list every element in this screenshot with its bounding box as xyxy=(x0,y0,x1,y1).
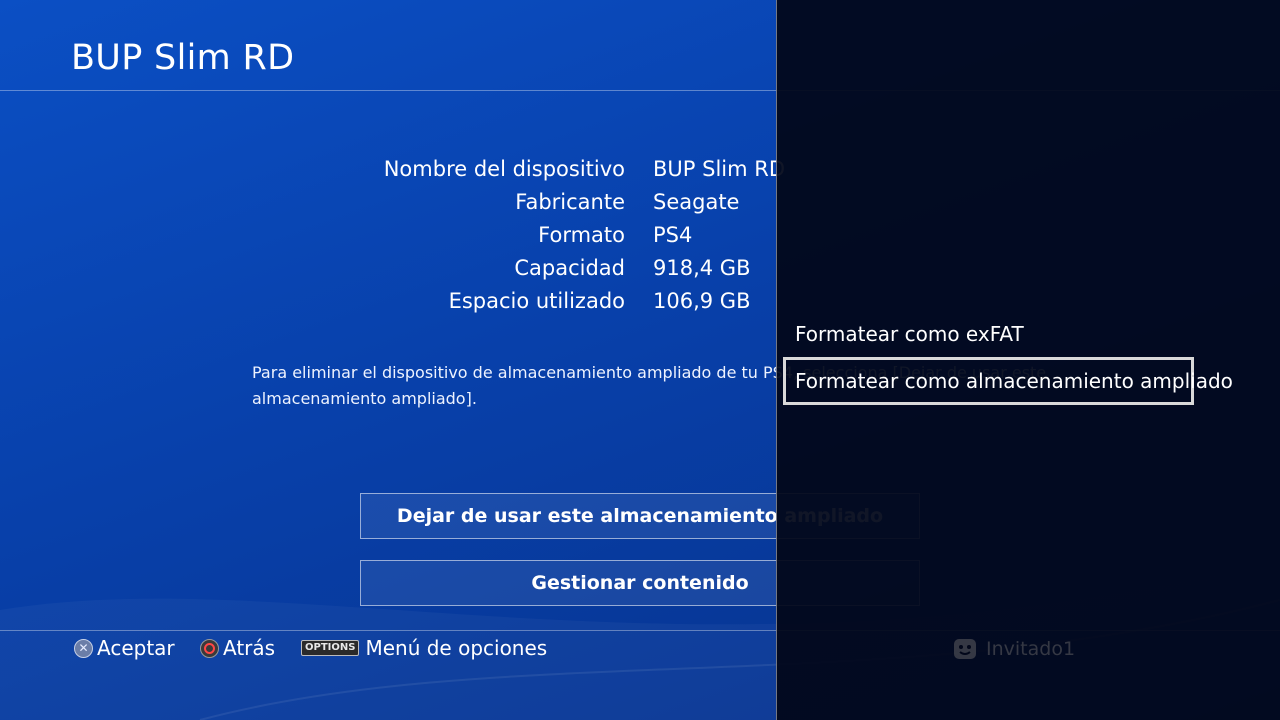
options-button-icon: OPTIONS xyxy=(301,640,360,656)
user-face-icon xyxy=(954,639,976,659)
info-label: Fabricante xyxy=(515,190,625,214)
format-extended-storage-label: Formatear como almacenamiento ampliado xyxy=(795,369,1233,393)
circle-button-icon xyxy=(200,638,219,658)
info-label: Capacidad xyxy=(514,256,625,280)
info-value: Seagate xyxy=(653,190,740,214)
page-title: BUP Slim RD xyxy=(71,38,295,78)
format-exfat-option[interactable]: Formatear como exFAT xyxy=(795,322,1024,346)
accept-hint[interactable]: ✕ Aceptar xyxy=(74,636,175,660)
options-hint[interactable]: OPTIONS Menú de opciones xyxy=(301,636,547,660)
info-value: BUP Slim RD xyxy=(653,157,786,181)
back-hint[interactable]: Atrás xyxy=(200,636,275,660)
accept-label: Aceptar xyxy=(97,636,175,660)
info-value: 106,9 GB xyxy=(653,289,751,313)
info-label: Formato xyxy=(538,223,625,247)
info-label: Espacio utilizado xyxy=(448,289,625,313)
back-label: Atrás xyxy=(223,636,276,660)
info-value: PS4 xyxy=(653,223,693,247)
info-value: 918,4 GB xyxy=(653,256,751,280)
user-name: Invitado1 xyxy=(986,638,1076,660)
options-panel: Formatear como exFAT Formatear como alma… xyxy=(776,0,1280,720)
options-menu-label: Menú de opciones xyxy=(365,636,548,660)
user-indicator: Invitado1 xyxy=(953,638,1075,660)
cross-button-icon: ✕ xyxy=(74,638,93,658)
info-label: Nombre del dispositivo xyxy=(383,157,625,181)
format-extended-storage-option[interactable]: Formatear como almacenamiento ampliado xyxy=(783,357,1233,405)
